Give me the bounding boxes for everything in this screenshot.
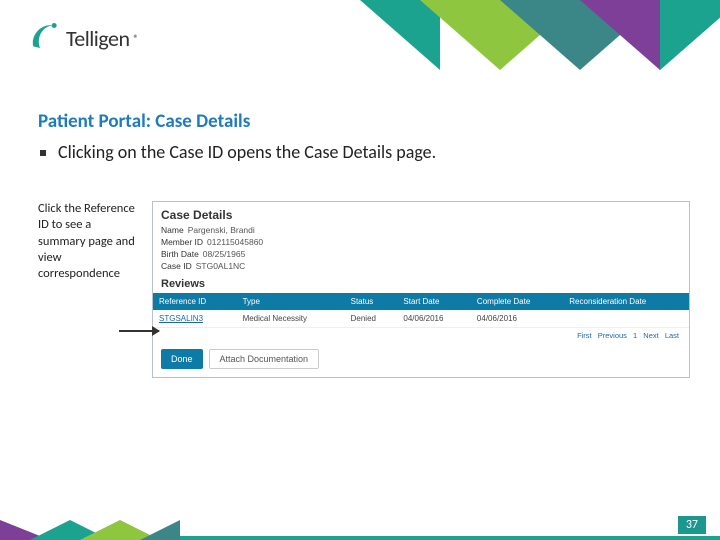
cell-start: 04/06/2016 [397,310,471,328]
reviews-heading: Reviews [153,272,689,293]
pager-prev[interactable]: Previous [598,331,627,340]
col-complete: Complete Date [471,293,563,310]
footer-triangles [0,520,180,540]
done-button[interactable]: Done [161,349,203,369]
col-ref: Reference ID [153,293,237,310]
reviews-table: Reference ID Type Status Start Date Comp… [153,293,689,328]
pager-next[interactable]: Next [643,331,658,340]
callout-text: Click the Reference ID to see a summary … [38,201,140,282]
brand-logo: Telligen ® [28,18,139,58]
registered-mark-icon: ® [134,32,139,45]
reference-id-link[interactable]: STGSALIN3 [153,310,237,328]
cell-type: Medical Necessity [237,310,345,328]
header-triangles [360,0,720,70]
col-start: Start Date [397,293,471,310]
col-type: Type [237,293,345,310]
page-number: 37 [678,516,706,534]
logo-swoosh-icon [28,18,62,58]
logo-text: Telligen [66,25,130,52]
callout-arrow-icon [119,330,159,332]
pager-last[interactable]: Last [665,331,679,340]
bullet-item: Clicking on the Case ID opens the Case D… [58,141,690,163]
col-recon: Reconsideration Date [563,293,689,310]
field-member: Member ID012115045860 [153,236,689,248]
panel-title: Case Details [153,202,689,224]
pager-first[interactable]: First [577,331,592,340]
attach-button[interactable]: Attach Documentation [209,349,320,369]
field-birth: Birth Date08/25/1965 [153,248,689,260]
col-status: Status [345,293,398,310]
pager-page[interactable]: 1 [633,331,637,340]
cell-status: Denied [345,310,398,328]
field-name: NamePargenski, Brandi [153,224,689,236]
cell-recon [563,310,689,328]
screenshot-panel: Case Details NamePargenski, Brandi Membe… [152,201,690,378]
pager: First Previous 1 Next Last [153,328,689,343]
slide-heading: Patient Portal: Case Details [38,110,690,133]
field-case: Case IDSTG0AL1NC [153,260,689,272]
table-row: STGSALIN3 Medical Necessity Denied 04/06… [153,310,689,328]
cell-complete: 04/06/2016 [471,310,563,328]
bullet-list: Clicking on the Case ID opens the Case D… [58,141,690,163]
